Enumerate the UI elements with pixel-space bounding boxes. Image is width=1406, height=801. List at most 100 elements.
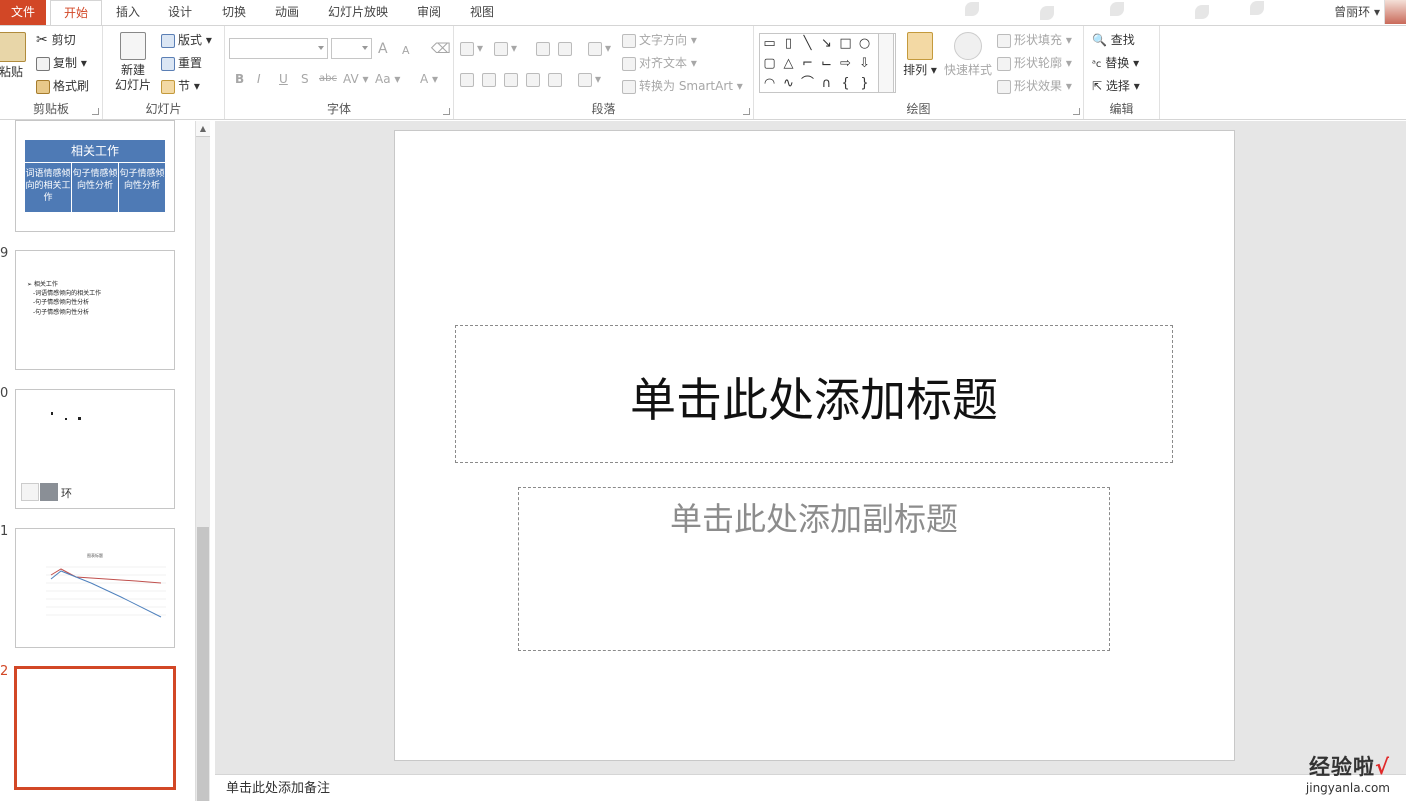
drawing-dialog-launcher-icon[interactable] (1073, 108, 1080, 115)
cut-button[interactable]: ✂ 剪切 (36, 30, 76, 50)
scroll-thumb[interactable] (197, 527, 209, 801)
shape-effects-button[interactable]: 形状效果 ▾ (997, 76, 1072, 96)
columns-button[interactable]: ▾ (578, 69, 601, 89)
rounded-rectangle-shape-icon[interactable]: ▢ (760, 54, 779, 74)
numbering-button[interactable]: ▾ (494, 38, 517, 58)
line-spacing-button[interactable]: ▾ (588, 38, 611, 58)
left-brace-shape-icon[interactable]: { (836, 74, 855, 94)
tab-view[interactable]: 视图 (460, 0, 504, 25)
tab-file[interactable]: 文件 (0, 0, 46, 25)
font-size-combo[interactable] (331, 38, 372, 59)
clear-formatting-icon[interactable]: ⌫ (431, 39, 451, 59)
arc-shape-icon[interactable]: ⌒ (798, 74, 817, 94)
elbow-arrow-shape-icon[interactable]: ⌙ (817, 54, 836, 74)
align-text-button[interactable]: 对齐文本 ▾ (622, 53, 697, 73)
shapes-gallery-scroll[interactable] (878, 33, 894, 93)
right-arrow-shape-icon[interactable]: ⇨ (836, 54, 855, 74)
distributed-icon (548, 72, 562, 87)
notes-pane[interactable]: 单击此处添加备注 (215, 774, 1406, 801)
oval-shape-icon[interactable]: ○ (855, 34, 874, 54)
tab-review[interactable]: 审阅 (407, 0, 451, 25)
curve-shape-icon[interactable]: ∩ (817, 74, 836, 94)
clipboard-dialog-launcher-icon[interactable] (92, 108, 99, 115)
new-slide-label-2: 幻灯片 (114, 78, 151, 92)
avatar[interactable] (1384, 0, 1406, 24)
copy-button[interactable]: 复制 ▾ (36, 53, 87, 73)
distributed-button[interactable] (548, 69, 565, 89)
leaf-decoration-icon (1040, 6, 1054, 20)
format-painter-button[interactable]: 格式刷 (36, 76, 89, 96)
justify-button[interactable] (526, 69, 543, 89)
font-color-button[interactable]: A ▾ (420, 69, 438, 89)
slide-thumbnail[interactable]: 环 (15, 389, 175, 509)
shadow-button[interactable]: S (301, 69, 309, 89)
tab-transitions[interactable]: 切换 (212, 0, 256, 25)
slide-number: 1 (0, 524, 9, 539)
tab-design[interactable]: 设计 (158, 0, 202, 25)
bold-button[interactable]: B (235, 69, 244, 89)
italic-button[interactable]: I (257, 69, 261, 89)
down-arrow-shape-icon[interactable]: ⇩ (855, 54, 874, 74)
select-button[interactable]: ⇱ 选择 ▾ (1092, 76, 1140, 96)
convert-smartart-button[interactable]: 转换为 SmartArt ▾ (622, 76, 743, 96)
paste-button[interactable]: 粘贴 (0, 32, 28, 80)
scroll-up-icon[interactable]: ▲ (196, 121, 210, 137)
layout-button[interactable]: 版式 ▾ (161, 30, 212, 50)
elbow-connector-shape-icon[interactable]: ⌐ (798, 54, 817, 74)
right-brace-shape-icon[interactable]: } (855, 74, 874, 94)
increase-indent-button[interactable] (558, 38, 575, 58)
shrink-font-button[interactable]: A (402, 41, 410, 61)
freeform-shape-icon[interactable]: ◠ (760, 74, 779, 94)
align-left-button[interactable] (460, 69, 477, 89)
bullets-button[interactable]: ▾ (460, 38, 483, 58)
new-slide-icon (120, 32, 146, 60)
thumbnails-scrollbar[interactable]: ▲ (195, 121, 210, 801)
slide-thumbnail[interactable]: 相关工作 词语情感倾向的相关工作 句子情感倾向性分析 句子情感倾向性分析 (15, 120, 175, 232)
font-name-combo[interactable] (229, 38, 328, 59)
shapes-gallery[interactable]: ▭ ▯ ╲ ↘ □ ○ ▢ △ ⌐ ⌙ ⇨ ⇩ ◠ ∿ ⌒ ∩{} (759, 33, 896, 93)
text-box-shape-icon[interactable]: ▭ (760, 34, 779, 54)
arrow-line-shape-icon[interactable]: ↘ (817, 34, 836, 54)
rectangle-shape-icon[interactable]: □ (836, 34, 855, 54)
align-right-button[interactable] (504, 69, 521, 89)
replace-button[interactable]: ᵃc 替换 ▾ (1092, 53, 1139, 73)
shape-fill-button[interactable]: 形状填充 ▾ (997, 30, 1072, 50)
char-spacing-button[interactable]: AV ▾ (343, 69, 369, 89)
section-button[interactable]: 节 ▾ (161, 76, 200, 96)
user-account-menu[interactable]: 曾丽环 ▾ (1334, 0, 1380, 25)
reset-button[interactable]: 重置 (161, 53, 202, 73)
cut-label: 剪切 (51, 33, 76, 47)
underline-button[interactable]: U (279, 69, 288, 89)
slide-thumbnail[interactable]: 图表标题 (15, 528, 175, 648)
decrease-indent-button[interactable] (536, 38, 553, 58)
strikethrough-button[interactable]: abc (319, 69, 337, 89)
new-slide-button[interactable]: 新建 幻灯片 (107, 32, 159, 93)
slide-thumbnail-selected[interactable] (14, 666, 176, 790)
shape-outline-button[interactable]: 形状轮廓 ▾ (997, 53, 1072, 73)
font-dialog-launcher-icon[interactable] (443, 108, 450, 115)
tab-home[interactable]: 开始 (50, 0, 102, 26)
tab-animations[interactable]: 动画 (265, 0, 309, 25)
tab-slideshow[interactable]: 幻灯片放映 (320, 0, 396, 25)
align-center-button[interactable] (482, 69, 499, 89)
copy-icon (36, 56, 50, 71)
tab-insert[interactable]: 插入 (106, 0, 150, 25)
change-case-button[interactable]: Aa ▾ (375, 69, 400, 89)
paragraph-dialog-launcher-icon[interactable] (743, 108, 750, 115)
slide-thumbnail[interactable]: ➢ 相关工作 -词语情感倾向的相关工作 -句子情感倾向性分析 -句子情感倾向性分… (15, 250, 175, 370)
scribble-shape-icon[interactable]: ∿ (779, 74, 798, 94)
convert-smartart-label: 转换为 SmartArt (639, 79, 733, 93)
quick-styles-button[interactable]: 快速样式 (942, 32, 994, 78)
text-direction-button[interactable]: 文字方向 ▾ (622, 30, 697, 50)
vertical-text-box-shape-icon[interactable]: ▯ (779, 34, 798, 54)
title-placeholder[interactable]: 单击此处添加标题 (455, 325, 1173, 463)
subtitle-placeholder[interactable]: 单击此处添加副标题 (518, 487, 1110, 651)
triangle-shape-icon[interactable]: △ (779, 54, 798, 74)
group-editing: 🔍 查找 ᵃc 替换 ▾ ⇱ 选择 ▾ 编辑 (1084, 26, 1160, 119)
grow-font-button[interactable]: A (378, 39, 388, 59)
find-button[interactable]: 🔍 查找 (1092, 30, 1135, 50)
leaf-decoration-icon (1250, 1, 1264, 15)
arrange-button[interactable]: 排列 ▾ (900, 32, 940, 78)
group-slides: 新建 幻灯片 版式 ▾ 重置 节 ▾ 幻灯片 (103, 26, 225, 119)
line-shape-icon[interactable]: ╲ (798, 34, 817, 54)
